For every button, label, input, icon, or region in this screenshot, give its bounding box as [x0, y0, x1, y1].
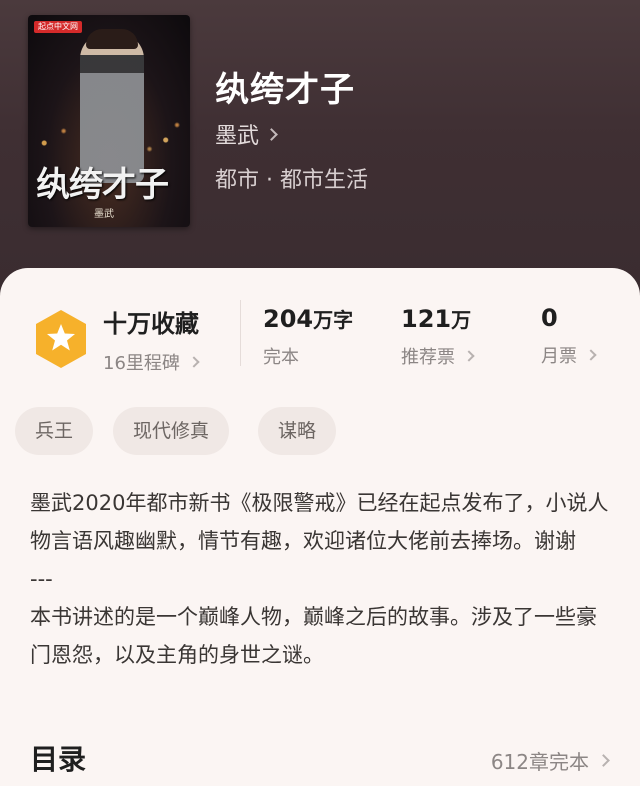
- description-paragraph: 墨武2020年都市新书《极限警戒》已经在起点发布了，小说人物言语风趣幽默，情节有…: [30, 491, 609, 553]
- word-count-stat: 204万字 完本: [263, 304, 353, 369]
- recommend-ticket-stat[interactable]: 121万 推荐票: [401, 304, 475, 369]
- recommend-unit: 万: [451, 308, 472, 332]
- book-title: 纨绔才子: [215, 70, 355, 110]
- completion-status: 完本: [263, 347, 299, 368]
- chevron-right-icon: [188, 356, 200, 368]
- book-cover[interactable]: 起点中文网 纨绔才子 墨武: [28, 15, 190, 227]
- tag-chip[interactable]: 谋略: [258, 407, 337, 455]
- book-description[interactable]: 墨武2020年都市新书《极限警戒》已经在起点发布了，小说人物言语风趣幽默，情节有…: [30, 484, 615, 674]
- toc-title: 目录: [30, 743, 87, 776]
- toc-link[interactable]: 612章完本: [490, 746, 610, 775]
- monthly-ticket-stat[interactable]: 0 月票: [541, 304, 597, 368]
- monthly-value: 0: [541, 304, 558, 332]
- chevron-right-icon: [585, 349, 597, 361]
- chevron-right-icon: [597, 754, 610, 767]
- author-link[interactable]: 墨武: [215, 118, 278, 150]
- word-count-value: 204: [263, 305, 314, 333]
- word-count-unit: 万字: [313, 308, 354, 332]
- stats-divider: [240, 300, 241, 366]
- cover-publisher-logo: 起点中文网: [34, 21, 82, 33]
- star-badge-icon: [36, 310, 86, 368]
- cover-author: 墨武: [94, 209, 114, 220]
- recommend-label: 推荐票: [401, 347, 455, 368]
- collection-label: 十万收藏: [103, 310, 199, 338]
- milestone-label: 16里程碑: [103, 353, 180, 374]
- collection-stat[interactable]: 十万收藏 16里程碑: [103, 304, 200, 375]
- author-name: 墨武: [215, 124, 260, 149]
- chevron-right-icon: [463, 350, 475, 362]
- cover-figure-hair: [86, 29, 138, 49]
- monthly-label: 月票: [541, 346, 577, 367]
- chevron-right-icon: [265, 127, 278, 141]
- cover-title: 纨绔才子: [36, 165, 169, 205]
- tag-chip[interactable]: 现代修真: [113, 407, 230, 455]
- chapter-count: 612章完本: [490, 750, 589, 774]
- description-paragraph: 本书讲述的是一个巅峰人物，巅峰之后的故事。涉及了一些豪门恩怨，以及主角的身世之谜…: [30, 605, 597, 667]
- tag-chip[interactable]: 兵王: [15, 407, 94, 455]
- recommend-value: 121: [401, 305, 452, 333]
- milestone-link[interactable]: 16里程碑: [103, 349, 200, 375]
- description-separator: ---: [30, 567, 53, 591]
- book-genre: 都市 · 都市生活: [215, 168, 368, 193]
